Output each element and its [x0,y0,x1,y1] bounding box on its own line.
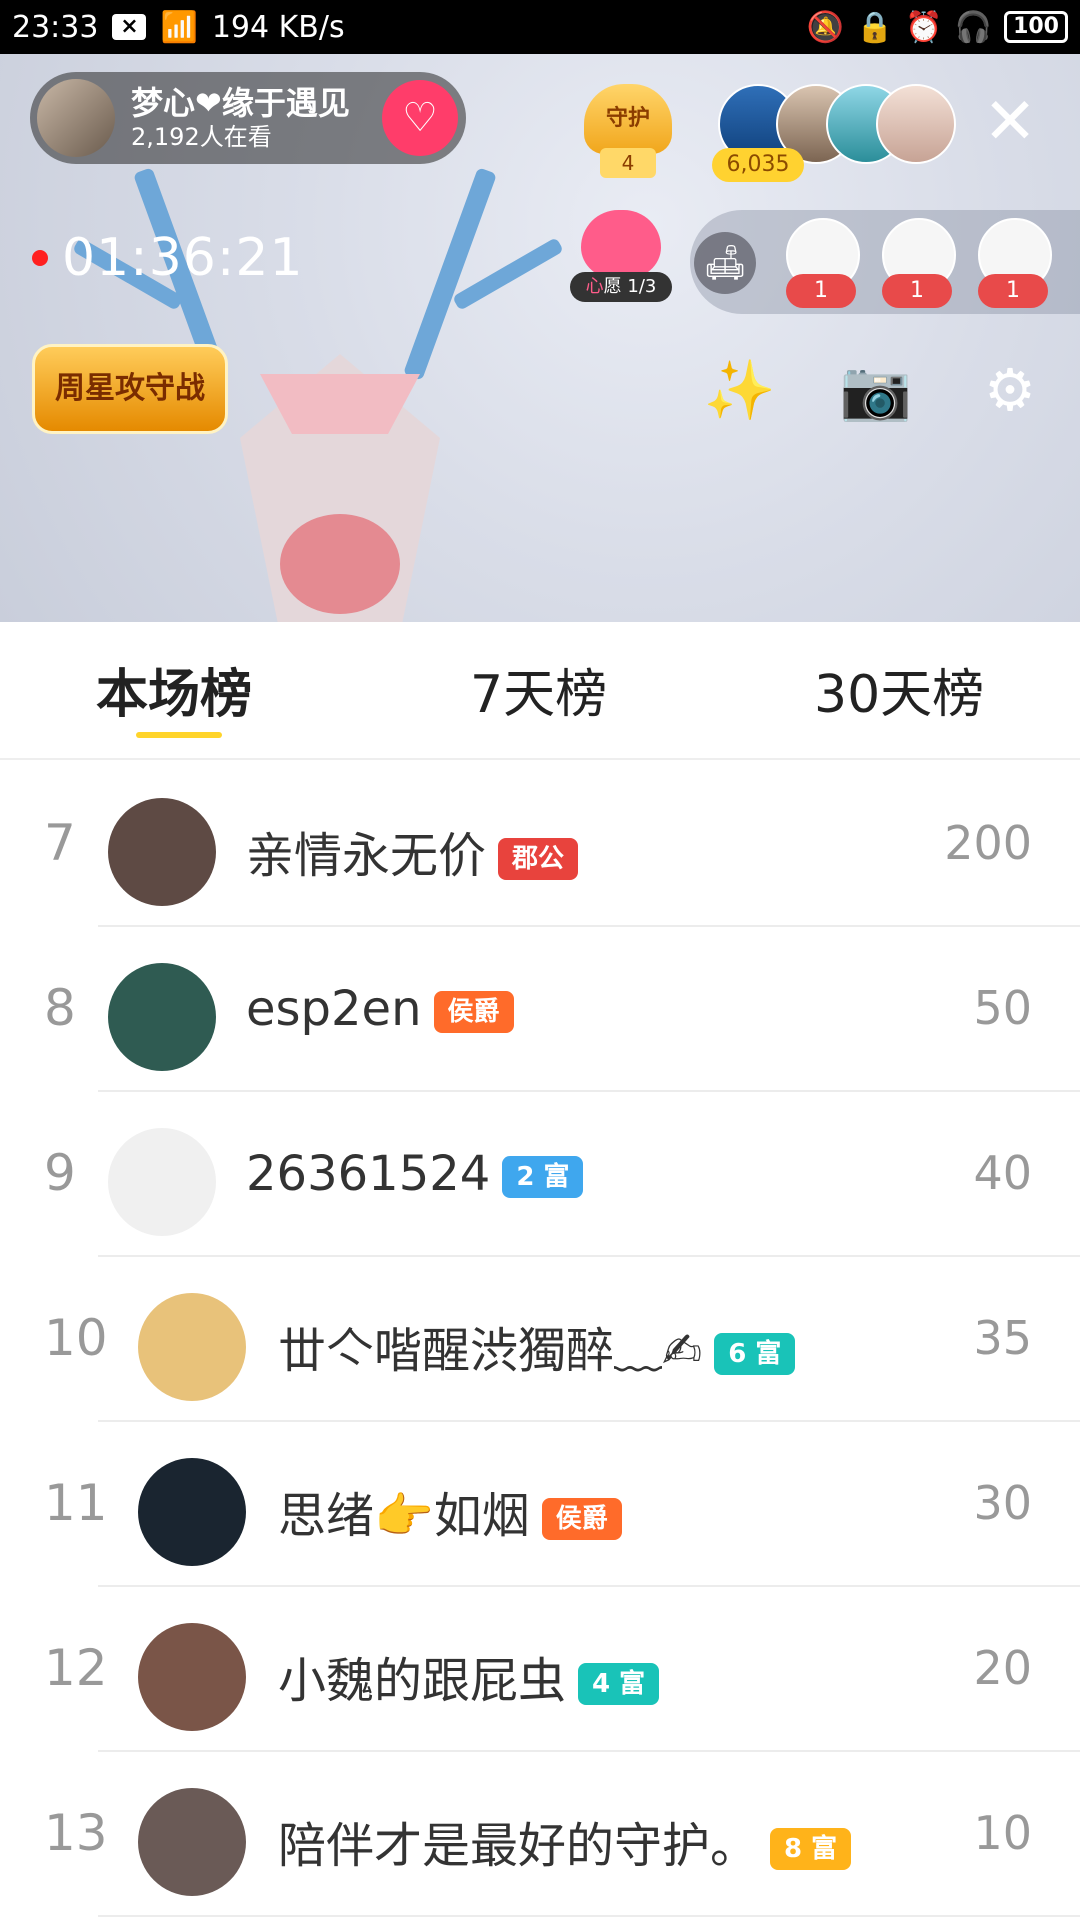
list-item[interactable]: 7 亲情永无价 郡公 200 [0,762,1080,927]
audience-avatar[interactable] [876,84,956,164]
score: 50 [973,981,1032,1035]
anchor-info[interactable]: 梦心❤缘于遇见 2,192人在看 ♡ [30,72,466,164]
rank-number: 11 [44,1474,108,1532]
lock-icon: 🔒 [855,9,894,45]
status-bar: 23:33 × 📶 194 KB/s 🔕 🔒 ⏰ 🎧 100 [0,0,1080,54]
avatar[interactable] [108,798,216,906]
headphones-icon: 🎧 [954,9,993,45]
notification-icon: × [112,14,147,40]
wish-label-text: 愿 1/3 [603,276,657,297]
user-name: 亲情永无价 [246,828,487,884]
tab-current[interactable]: 本场榜 [96,652,252,727]
wish-progress: 心愿 1/3 [570,272,672,302]
user-name: 思绪👉如烟 [278,1488,530,1544]
tab-7-days[interactable]: 7天榜 [470,652,607,727]
heart-icon [581,210,661,280]
list-item[interactable]: 9 26361524 2 富 40 [0,1092,1080,1257]
seat-strip: 🛋 1 1 1 [690,210,1080,314]
user-name: 丗亽喈醒渋獨醉﹏✍ [278,1323,703,1379]
list-item[interactable]: 10 丗亽喈醒渋獨醉﹏✍ 6 富 35 [0,1257,1080,1422]
list-item[interactable]: 12 小魏的跟屁虫 4 富 20 [0,1587,1080,1752]
score: 35 [973,1311,1032,1365]
avatar[interactable] [138,1293,246,1401]
avatar[interactable] [138,1623,246,1731]
wish-label-prefix: 心 [585,276,604,297]
user-name: 小魏的跟屁虫 [278,1653,567,1709]
background-antler [402,167,498,381]
rank-badge: 6 富 [714,1333,796,1375]
sofa-icon[interactable]: 🛋 [694,232,756,294]
guard-label: 守护 [584,84,672,154]
rank-number: 8 [44,979,76,1037]
network-speed: 194 KB/s [211,9,345,45]
tab-30-days[interactable]: 30天榜 [814,652,984,727]
seat-count: 1 [786,274,856,308]
mute-icon: 🔕 [806,9,844,45]
score: 20 [973,1641,1032,1695]
rank-badge: 侯爵 [541,1498,622,1540]
close-icon[interactable]: ✕ [980,90,1040,154]
live-timer: 01:36:21 [62,228,304,288]
anchor-name: 梦心❤缘于遇见 [131,84,350,122]
avatar[interactable] [108,1128,216,1236]
recording-dot [32,250,48,266]
score: 30 [973,1476,1032,1530]
score: 200 [944,816,1032,870]
avatar[interactable] [108,963,216,1071]
rank-number: 13 [44,1804,108,1862]
audience-count: 6,035 [712,148,804,182]
seat-count: 1 [978,274,1048,308]
heart-plus-icon: ♡ [402,95,438,141]
avatar[interactable] [138,1788,246,1896]
week-star-badge[interactable]: 周星攻守战 [32,344,228,434]
guard-badge[interactable]: 守护 4 [584,84,672,188]
user-name: 陪伴才是最好的守护。 [278,1818,759,1874]
alarm-icon: ⏰ [905,9,943,45]
list-item[interactable]: 13 陪伴才是最好的守护。 8 富 10 [0,1752,1080,1917]
ranking-tabs: 本场榜 7天榜 30天榜 [0,622,1080,760]
settings-icon[interactable]: ⚙ [972,352,1048,428]
rank-number: 7 [44,814,76,872]
audience-avatars[interactable]: 6,035 [712,84,956,182]
avatar[interactable] [138,1458,246,1566]
wish-widget[interactable]: 心愿 1/3 [570,210,672,302]
magic-wand-icon[interactable]: ✨ [702,352,778,428]
list-item[interactable]: 11 思绪👉如烟 侯爵 30 [0,1422,1080,1587]
rank-number: 9 [44,1144,76,1202]
live-video[interactable]: 梦心❤缘于遇见 2,192人在看 ♡ 守护 4 6,035 ✕ 01:36:21… [0,54,1080,622]
camera-switch-icon[interactable]: 📷 [838,352,914,428]
battery-indicator: 100 [1004,11,1068,43]
divider [98,1915,1080,1917]
seat-count: 1 [882,274,952,308]
wifi-icon: 📶 [160,9,198,45]
rank-number: 10 [44,1309,108,1367]
rank-badge: 8 富 [770,1828,852,1870]
user-name: esp2en [246,981,422,1037]
background-deer-nose [280,514,400,614]
list-item[interactable]: 8 esp2en 侯爵 50 [0,927,1080,1092]
rank-badge: 侯爵 [433,991,514,1033]
rank-badge: 4 富 [578,1663,660,1705]
rank-badge: 2 富 [502,1156,584,1198]
score: 10 [973,1806,1032,1860]
tab-indicator [136,732,222,738]
score: 40 [973,1146,1032,1200]
viewer-count: 2,192人在看 [131,123,272,151]
guard-count: 4 [600,148,656,178]
anchor-avatar[interactable] [37,79,115,157]
rank-number: 12 [44,1639,108,1697]
follow-button[interactable]: ♡ [382,80,458,156]
clock: 23:33 [12,9,99,45]
rank-badge: 郡公 [498,838,579,880]
user-name: 26361524 [246,1146,491,1202]
